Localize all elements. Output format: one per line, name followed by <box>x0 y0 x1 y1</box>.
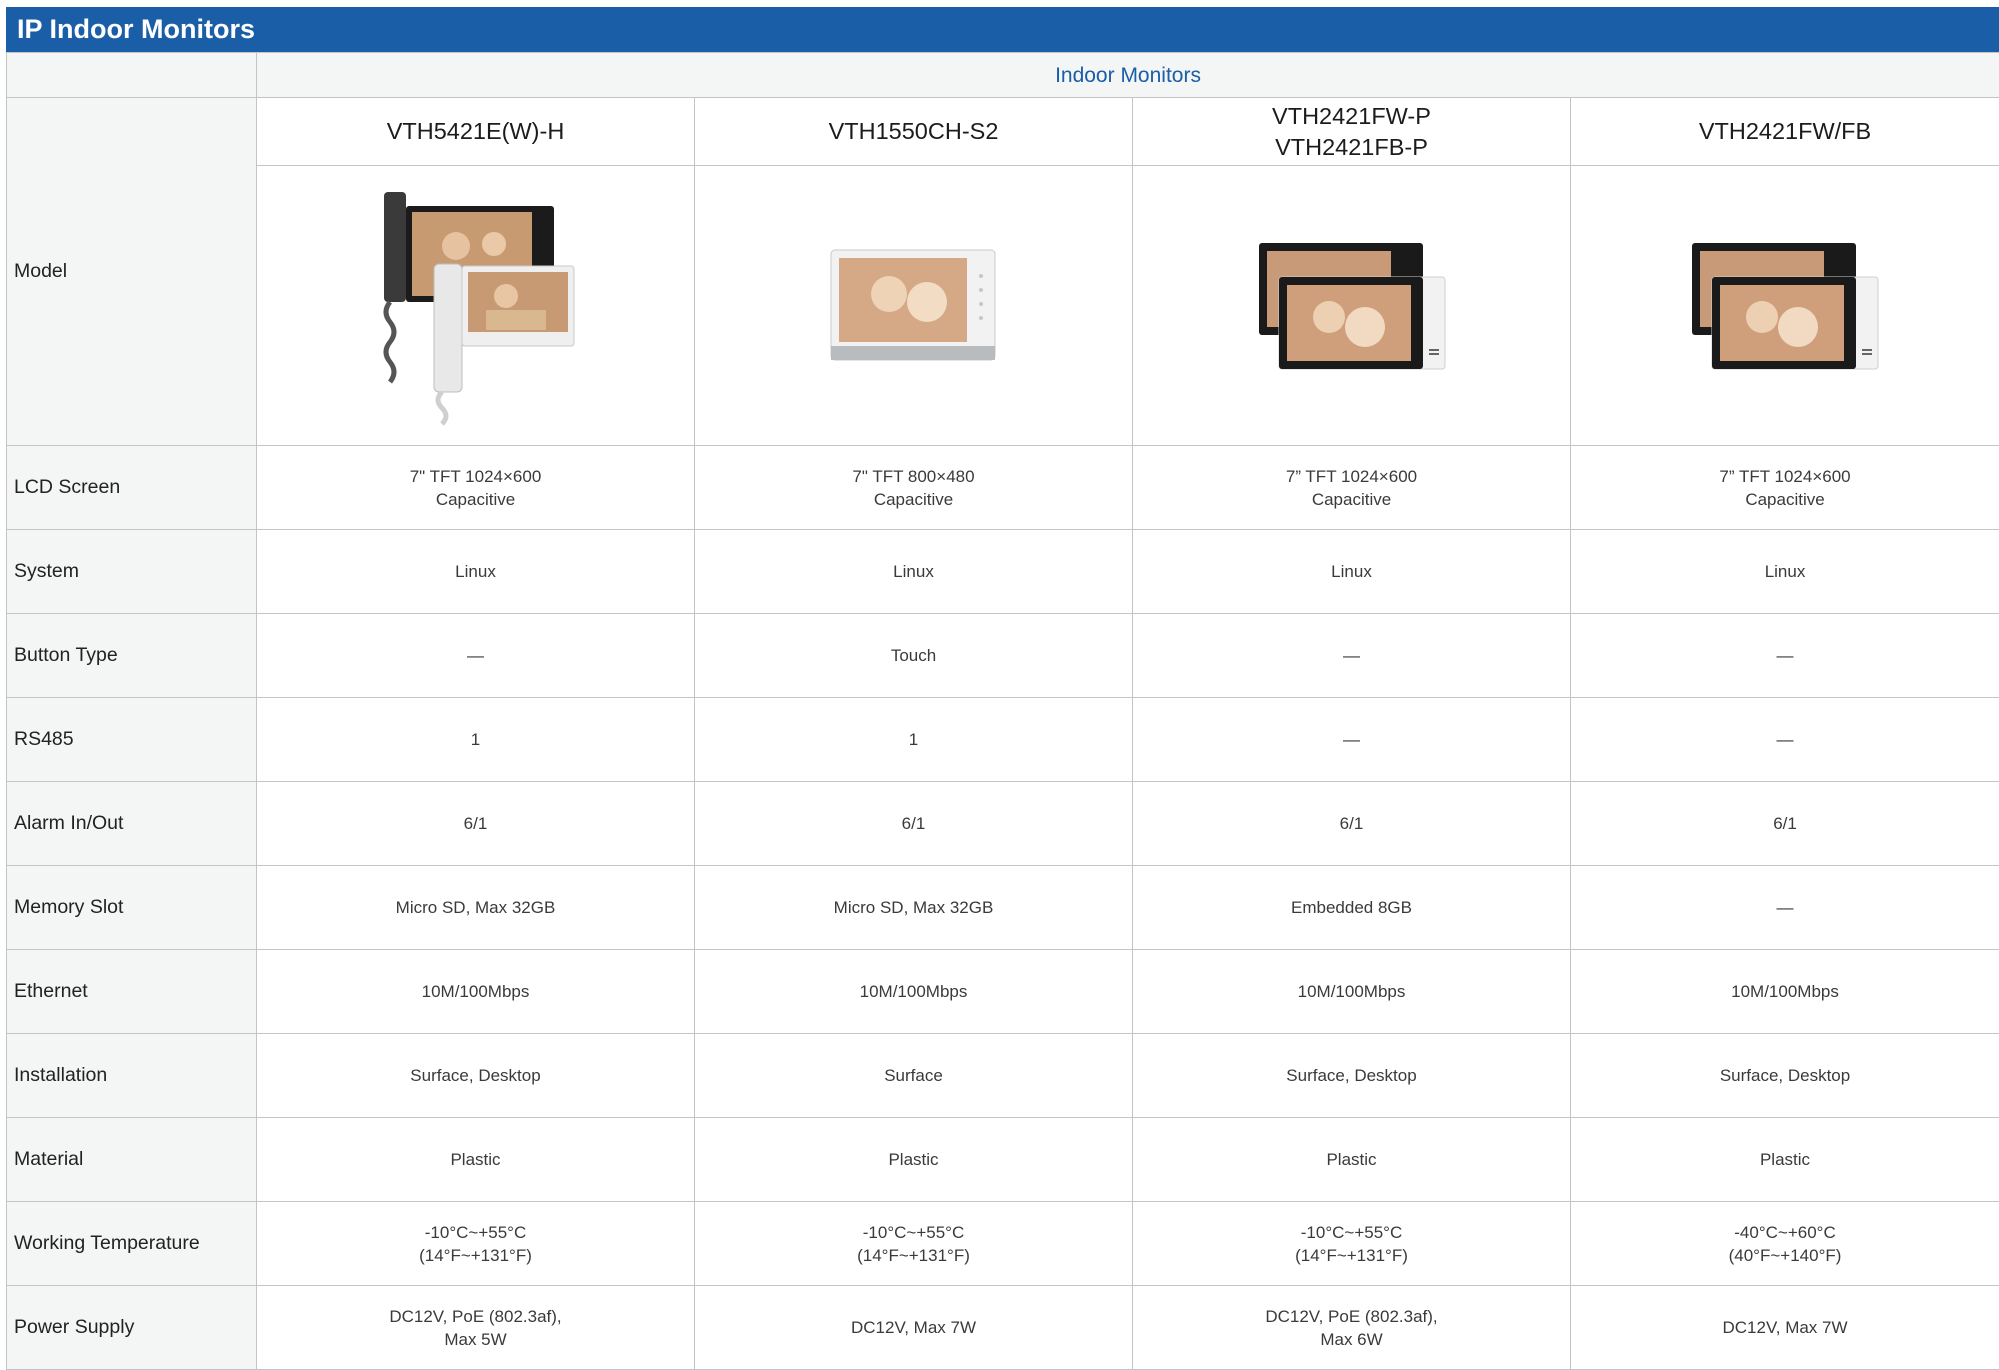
row-label: Button Type <box>7 614 257 698</box>
black-white-indoor-monitor-pair-image <box>1257 241 1447 371</box>
spec-value: 6/1 <box>1133 782 1571 866</box>
spec-value: Micro SD, Max 32GB <box>257 866 695 950</box>
spec-row-rs485: RS485 1 1 — — <box>7 698 1999 782</box>
spec-value: 10M/100Mbps <box>1133 950 1571 1034</box>
spec-row-memory-slot: Memory Slot Micro SD, Max 32GB Micro SD,… <box>7 866 1999 950</box>
spec-value: 10M/100Mbps <box>257 950 695 1034</box>
white-indoor-monitor-image <box>829 246 999 366</box>
black-white-indoor-monitor-pair-image <box>1690 241 1880 371</box>
spec-value: 1 <box>257 698 695 782</box>
spec-row-power-supply: Power Supply DC12V, PoE (802.3af), Max 5… <box>7 1286 1999 1370</box>
row-label: Working Temperature <box>7 1202 257 1286</box>
spec-value: Linux <box>1571 530 1999 614</box>
spec-value: -10°C~+55°C (14°F~+131°F) <box>1133 1202 1571 1286</box>
spec-value: Plastic <box>1571 1118 1999 1202</box>
spec-value: 6/1 <box>1571 782 1999 866</box>
spec-value: -10°C~+55°C (14°F~+131°F) <box>695 1202 1133 1286</box>
model-name: VTH2421FW/FB <box>1571 98 1999 166</box>
model-name: VTH1550CH-S2 <box>695 98 1133 166</box>
spec-value: 7” TFT 1024×600 Capacitive <box>1571 446 1999 530</box>
row-label: Memory Slot <box>7 866 257 950</box>
row-label: System <box>7 530 257 614</box>
spec-row-working-temperature: Working Temperature -10°C~+55°C (14°F~+1… <box>7 1202 1999 1286</box>
spec-value: — <box>1571 698 1999 782</box>
spec-row-ethernet: Ethernet 10M/100Mbps 10M/100Mbps 10M/100… <box>7 950 1999 1034</box>
spec-value: Linux <box>257 530 695 614</box>
spec-value: Surface <box>695 1034 1133 1118</box>
spec-value: Linux <box>695 530 1133 614</box>
spec-row-lcd-screen: LCD Screen 7" TFT 1024×600 Capacitive 7"… <box>7 446 1999 530</box>
spec-value: — <box>1571 614 1999 698</box>
indoor-monitor-with-handset-image <box>376 186 576 426</box>
spec-value: Plastic <box>695 1118 1133 1202</box>
spec-value: Plastic <box>1133 1118 1571 1202</box>
row-label: Ethernet <box>7 950 257 1034</box>
spec-value: 6/1 <box>257 782 695 866</box>
model-name: VTH5421E(W)-H <box>257 98 695 166</box>
spec-value: Linux <box>1133 530 1571 614</box>
spec-value: Embedded 8GB <box>1133 866 1571 950</box>
spec-value: 7" TFT 800×480 Capacitive <box>695 446 1133 530</box>
spec-value: -10°C~+55°C (14°F~+131°F) <box>257 1202 695 1286</box>
spec-value: -40°C~+60°C (40°F~+140°F) <box>1571 1202 1999 1286</box>
model-image-cell <box>1133 166 1571 446</box>
spec-value: Plastic <box>257 1118 695 1202</box>
row-label: Installation <box>7 1034 257 1118</box>
row-label: Alarm In/Out <box>7 782 257 866</box>
spec-value: 1 <box>695 698 1133 782</box>
spec-value: 6/1 <box>695 782 1133 866</box>
spec-value: — <box>1133 698 1571 782</box>
spec-row-material: Material Plastic Plastic Plastic Plastic <box>7 1118 1999 1202</box>
row-label: Power Supply <box>7 1286 257 1370</box>
spec-row-installation: Installation Surface, Desktop Surface Su… <box>7 1034 1999 1118</box>
spec-value: 7" TFT 1024×600 Capacitive <box>257 446 695 530</box>
spec-value: — <box>1133 614 1571 698</box>
model-image-row <box>7 166 1999 446</box>
group-header: Indoor Monitors <box>257 53 1999 98</box>
spec-row-system: System Linux Linux Linux Linux <box>7 530 1999 614</box>
group-header-row: Indoor Monitors <box>7 53 1999 98</box>
spec-row-alarm-in-out: Alarm In/Out 6/1 6/1 6/1 6/1 <box>7 782 1999 866</box>
model-image-cell <box>1571 166 1999 446</box>
spec-value: — <box>257 614 695 698</box>
spec-table: Indoor Monitors Model VTH5421E(W)-H VTH1… <box>6 52 1999 1370</box>
spec-value: DC12V, Max 7W <box>695 1286 1133 1370</box>
spec-value: DC12V, Max 7W <box>1571 1286 1999 1370</box>
spec-sheet: IP Indoor Monitors Indoor Monitors Model… <box>6 7 1999 1370</box>
spec-row-button-type: Button Type — Touch — — <box>7 614 1999 698</box>
model-row-label: Model <box>7 98 257 446</box>
row-label: Material <box>7 1118 257 1202</box>
spec-value: Surface, Desktop <box>1571 1034 1999 1118</box>
spec-value: DC12V, PoE (802.3af), Max 6W <box>1133 1286 1571 1370</box>
spec-value: 7” TFT 1024×600 Capacitive <box>1133 446 1571 530</box>
spec-value: — <box>1571 866 1999 950</box>
spec-value: 10M/100Mbps <box>1571 950 1999 1034</box>
spec-value: Micro SD, Max 32GB <box>695 866 1133 950</box>
model-image-cell <box>695 166 1133 446</box>
spec-value: Touch <box>695 614 1133 698</box>
model-name: VTH2421FW-P VTH2421FB-P <box>1133 98 1571 166</box>
spec-value: Surface, Desktop <box>1133 1034 1571 1118</box>
row-label: LCD Screen <box>7 446 257 530</box>
corner-cell <box>7 53 257 98</box>
row-label: RS485 <box>7 698 257 782</box>
spec-value: Surface, Desktop <box>257 1034 695 1118</box>
spec-value: DC12V, PoE (802.3af), Max 5W <box>257 1286 695 1370</box>
model-name-row: Model VTH5421E(W)-H VTH1550CH-S2 VTH2421… <box>7 98 1999 166</box>
model-image-cell <box>257 166 695 446</box>
spec-value: 10M/100Mbps <box>695 950 1133 1034</box>
page-title: IP Indoor Monitors <box>6 7 1999 52</box>
